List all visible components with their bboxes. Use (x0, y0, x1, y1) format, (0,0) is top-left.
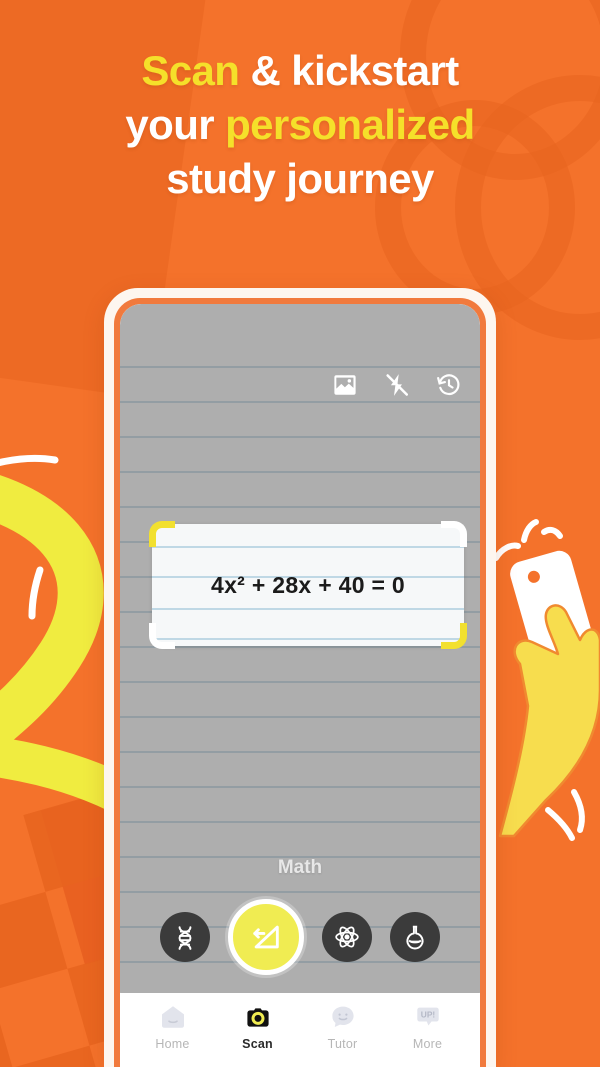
nav-label-home: Home (155, 1037, 190, 1051)
headline-word-scan: Scan (141, 47, 240, 94)
bottom-navigation: Home Scan Tutor UP! More (120, 993, 480, 1067)
nav-item-tutor[interactable]: Tutor (303, 1003, 383, 1051)
camera-viewfinder[interactable]: 4x² + 28x + 40 = 0 Math (120, 304, 480, 1010)
nav-item-scan[interactable]: Scan (218, 1003, 298, 1051)
headline-word-personalized: personalized (225, 100, 475, 148)
smiley-icon (329, 1003, 357, 1031)
headline-line-1: Scan & kickstart (26, 44, 574, 98)
up-bubble-icon: UP! (414, 1003, 442, 1031)
history-icon[interactable] (436, 372, 462, 398)
subject-selector (120, 899, 480, 975)
camera-toolbar (332, 372, 462, 398)
headline-line-2: your personalized (26, 98, 574, 152)
nav-item-more[interactable]: UP! More (388, 1003, 468, 1051)
nav-label-tutor: Tutor (327, 1037, 358, 1051)
subject-chip-physics[interactable] (322, 912, 372, 962)
subject-chip-math[interactable] (228, 899, 304, 975)
scan-paper: 4x² + 28x + 40 = 0 (152, 524, 464, 646)
scan-corner-bottom-right (441, 623, 467, 649)
page-title: Scan & kickstart your personalized study… (0, 44, 600, 205)
scan-corner-top-left (149, 521, 175, 547)
subject-chip-chemistry[interactable] (390, 912, 440, 962)
nav-label-more: More (412, 1037, 443, 1051)
hand-holding-phone-illustration (484, 500, 600, 841)
phone-bezel: 4x² + 28x + 40 = 0 Math Home Scan Tutor … (114, 298, 486, 1067)
home-icon (159, 1003, 187, 1031)
headline-line-1-rest: & kickstart (239, 47, 459, 94)
phone-screen: 4x² + 28x + 40 = 0 Math Home Scan Tutor … (120, 304, 480, 1067)
camera-icon (244, 1003, 272, 1031)
nav-label-scan: Scan (242, 1037, 273, 1051)
headline-word-your: your (125, 100, 226, 148)
headline-line-3: study journey (166, 154, 434, 202)
scan-corner-top-right (441, 521, 467, 547)
gallery-icon[interactable] (332, 372, 358, 398)
subject-chip-biology[interactable] (160, 912, 210, 962)
flash-off-icon[interactable] (384, 372, 410, 398)
subject-label: Math (277, 857, 323, 878)
scanned-equation: 4x² + 28x + 40 = 0 (210, 571, 406, 598)
up-badge-text: UP! (420, 1010, 434, 1020)
nav-item-home[interactable]: Home (133, 1003, 213, 1051)
phone-mockup: 4x² + 28x + 40 = 0 Math Home Scan Tutor … (104, 288, 496, 1067)
scan-detection-card: 4x² + 28x + 40 = 0 (149, 521, 467, 649)
scan-corner-bottom-left (149, 623, 175, 649)
